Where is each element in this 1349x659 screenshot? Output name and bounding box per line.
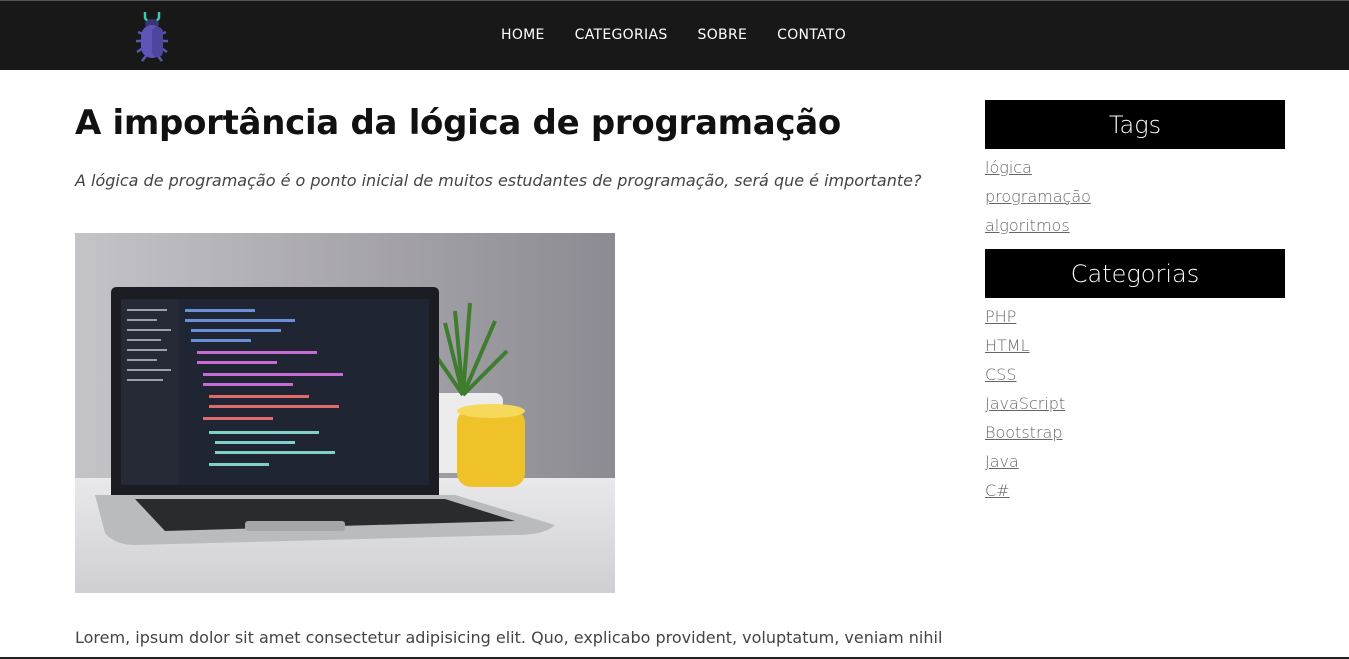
list-item: CSS [985, 364, 1285, 393]
tags-heading: Tags [985, 100, 1285, 149]
category-html[interactable]: HTML [985, 336, 1030, 355]
category-javascript[interactable]: JavaScript [985, 394, 1065, 413]
article-body: Lorem, ipsum dolor sit amet consectetur … [75, 628, 943, 647]
main-nav: HOME CATEGORIAS SOBRE CONTATO [501, 27, 846, 43]
top-navbar: HOME CATEGORIAS SOBRE CONTATO [0, 0, 1349, 70]
category-css[interactable]: CSS [985, 365, 1016, 384]
list-item: HTML [985, 335, 1285, 364]
list-item: lógica [985, 157, 1285, 186]
tags-list: lógica programação algoritmos [985, 149, 1285, 244]
list-item: JavaScript [985, 393, 1285, 422]
nav-home[interactable]: HOME [501, 27, 545, 43]
bug-icon[interactable] [132, 10, 172, 62]
article: A importância da lógica de programação A… [75, 100, 945, 647]
list-item: algoritmos [985, 215, 1285, 244]
laptop-photo [75, 233, 615, 593]
categories-heading: Categorias [985, 249, 1285, 298]
category-java[interactable]: Java [985, 452, 1019, 471]
list-item: Java [985, 451, 1285, 480]
article-subtitle: A lógica de programação é o ponto inicia… [75, 171, 922, 190]
list-item: programação [985, 186, 1285, 215]
tag-programacao[interactable]: programação [985, 187, 1091, 206]
nav-categorias[interactable]: CATEGORIAS [575, 27, 668, 43]
categories-list: PHP HTML CSS JavaScript Bootstrap Java C… [985, 298, 1285, 509]
list-item: Bootstrap [985, 422, 1285, 451]
list-item: C# [985, 480, 1285, 509]
sidebar: Tags lógica programação algoritmos Categ… [985, 100, 1285, 509]
category-csharp[interactable]: C# [985, 481, 1010, 500]
tag-algoritmos[interactable]: algoritmos [985, 216, 1070, 235]
article-title: A importância da lógica de programação [75, 103, 841, 143]
nav-contato[interactable]: CONTATO [777, 27, 846, 43]
category-php[interactable]: PHP [985, 307, 1016, 326]
nav-sobre[interactable]: SOBRE [698, 27, 748, 43]
category-bootstrap[interactable]: Bootstrap [985, 423, 1062, 442]
tag-logica[interactable]: lógica [985, 158, 1032, 177]
list-item: PHP [985, 306, 1285, 335]
